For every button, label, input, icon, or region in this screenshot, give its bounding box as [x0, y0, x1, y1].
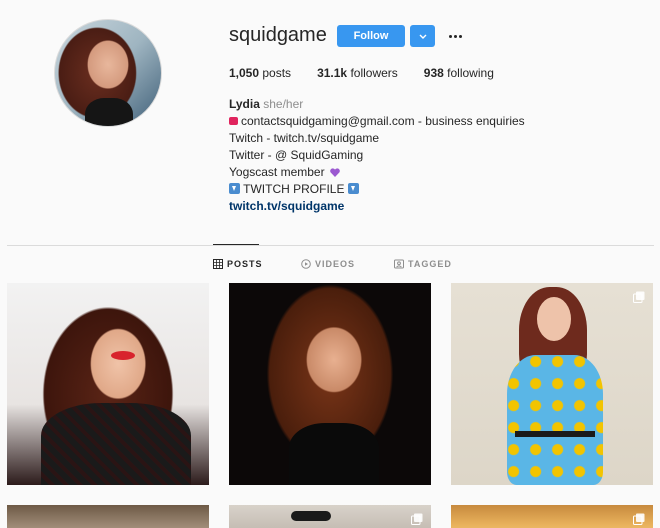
purple-heart-icon	[330, 168, 340, 178]
tab-tagged[interactable]: TAGGED	[394, 259, 452, 269]
bio-line-twitch-profile: TWITCH PROFILE	[243, 182, 345, 196]
tab-posts-label: POSTS	[227, 259, 263, 269]
profile-bio: Lydia she/her contactsquidgaming@gmail.c…	[229, 96, 525, 215]
following-stat[interactable]: 938 following	[424, 66, 494, 80]
love-letter-icon	[229, 116, 238, 125]
grid-icon	[213, 259, 223, 269]
suggested-accounts-button[interactable]	[410, 25, 435, 47]
tab-videos-label: VIDEOS	[315, 259, 356, 269]
carousel-icon	[633, 291, 645, 303]
follow-button[interactable]: Follow	[337, 25, 405, 47]
tabs-divider	[7, 245, 654, 246]
tab-posts[interactable]: POSTS	[213, 259, 263, 269]
followers-label: followers	[350, 66, 398, 80]
post-thumbnail[interactable]	[7, 505, 209, 528]
bio-line-yogscast: Yogscast member	[229, 165, 325, 179]
followers-count: 31.1k	[317, 66, 348, 80]
username: squidgame	[229, 24, 327, 46]
carousel-icon	[633, 513, 645, 525]
carousel-icon	[411, 513, 423, 525]
following-count: 938	[423, 66, 444, 80]
pronouns: she/her	[263, 97, 304, 111]
play-circle-icon	[301, 259, 311, 269]
posts-stat: 1,050 posts	[229, 66, 291, 80]
bio-line-twitch: Twitch - twitch.tv/squidgame	[229, 131, 380, 145]
ellipsis-icon	[448, 34, 452, 38]
tab-tagged-label: TAGGED	[408, 259, 452, 269]
down-arrow-icon	[347, 183, 359, 195]
posts-label: posts	[262, 66, 292, 80]
post-thumbnail[interactable]	[7, 283, 209, 485]
more-options-button[interactable]	[446, 27, 464, 45]
full-name: Lydia	[229, 97, 260, 111]
chevron-down-icon	[419, 34, 426, 39]
bio-website-link[interactable]: twitch.tv/squidgame	[229, 198, 525, 215]
active-tab-indicator	[213, 244, 259, 245]
post-thumbnail[interactable]	[451, 283, 653, 485]
bio-line-twitter: Twitter - @ SquidGaming	[229, 148, 364, 162]
posts-count: 1,050	[229, 66, 260, 80]
following-label: following	[447, 66, 494, 80]
bio-line-email: contactsquidgaming@gmail.com - business …	[241, 114, 525, 128]
down-arrow-icon	[229, 183, 240, 195]
tag-portrait-icon	[394, 259, 404, 269]
post-thumbnail[interactable]	[229, 505, 431, 528]
post-thumbnail[interactable]	[229, 283, 431, 485]
tab-videos[interactable]: VIDEOS	[301, 259, 355, 269]
profile-stats: 1,050 posts 31.1k followers 938 followin…	[229, 66, 520, 80]
followers-stat[interactable]: 31.1k followers	[317, 66, 398, 80]
post-thumbnail[interactable]	[451, 505, 653, 528]
profile-avatar[interactable]	[54, 19, 162, 127]
